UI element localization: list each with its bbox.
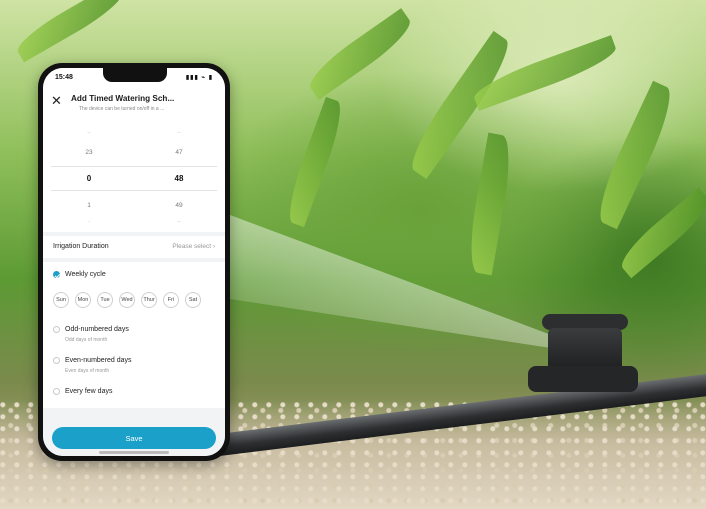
day-toggle-fri[interactable]: Fri <box>163 292 179 308</box>
irrigation-duration-row[interactable]: Irrigation Duration Please select › <box>43 236 225 258</box>
picker-selection-line <box>51 190 217 191</box>
picker-hour: 1 <box>87 202 91 209</box>
few-days-radio[interactable] <box>53 388 60 395</box>
leaf-decoration <box>589 80 681 230</box>
odd-days-sub: Odd days of month <box>65 337 108 343</box>
odd-days-radio[interactable] <box>53 326 60 333</box>
picker-row[interactable]: - -- <box>43 219 225 233</box>
page-subtitle: The device can be turned on/off in a ... <box>79 106 165 112</box>
weekly-cycle-label[interactable]: Weekly cycle <box>65 271 106 278</box>
odd-days-label[interactable]: Odd-numbered days <box>65 326 129 333</box>
irrigation-duration-label: Irrigation Duration <box>53 243 109 250</box>
status-time: 15:48 <box>55 74 73 81</box>
home-indicator <box>99 451 169 454</box>
picker-hour: 0 <box>86 174 92 183</box>
sprinkler-base <box>528 366 638 392</box>
chevron-right-icon: › <box>212 243 215 250</box>
signal-battery-icon: ▮▮▮ ⌁ ▮ <box>185 75 213 81</box>
weekday-selector: Sun Mon Tue Wed Thur Fri Sat <box>53 292 218 310</box>
few-days-label[interactable]: Every few days <box>65 388 112 395</box>
picker-row[interactable]: -- -- <box>43 130 225 144</box>
leaf-decoration <box>464 132 516 276</box>
picker-minute: -- <box>177 130 181 136</box>
picker-minute: 47 <box>175 149 183 156</box>
irrigation-duration-value: Please select › <box>172 243 215 250</box>
picker-selection-line <box>51 166 217 167</box>
page-header: ✕ Add Timed Watering Sch... The device c… <box>43 86 225 124</box>
picker-minute: 48 <box>174 174 184 183</box>
day-toggle-thur[interactable]: Thur <box>141 292 157 308</box>
save-button[interactable]: Save <box>52 427 216 449</box>
page-title: Add Timed Watering Sch... <box>71 94 175 103</box>
duration-placeholder: Please select <box>172 243 212 250</box>
picker-minute: -- <box>177 219 181 225</box>
close-icon[interactable]: ✕ <box>51 94 62 107</box>
leaf-decoration <box>302 8 418 100</box>
leaf-decoration <box>12 0 128 63</box>
picker-hour: 23 <box>85 149 93 156</box>
picker-row[interactable]: 1 49 <box>43 202 225 216</box>
even-days-label[interactable]: Even-numbered days <box>65 357 132 364</box>
phone-screen: 15:48 ▮▮▮ ⌁ ▮ ✕ Add Timed Watering Sch..… <box>43 68 225 456</box>
even-days-sub: Even days of month <box>65 368 110 374</box>
picker-row[interactable]: 23 47 <box>43 149 225 163</box>
picker-hour: - <box>88 219 90 225</box>
phone-frame: 15:48 ▮▮▮ ⌁ ▮ ✕ Add Timed Watering Sch..… <box>38 63 230 461</box>
time-picker[interactable]: -- -- 23 47 0 48 1 49 - -- <box>43 124 225 232</box>
day-toggle-mon[interactable]: Mon <box>75 292 91 308</box>
phone-notch <box>103 68 167 82</box>
day-toggle-wed[interactable]: Wed <box>119 292 135 308</box>
picker-minute: 49 <box>175 202 183 209</box>
picker-row-selected[interactable]: 0 48 <box>43 174 225 188</box>
water-spray <box>230 215 560 350</box>
sprinkler-head <box>528 314 638 394</box>
even-days-radio[interactable] <box>53 357 60 364</box>
day-toggle-tue[interactable]: Tue <box>97 292 113 308</box>
day-toggle-sun[interactable]: Sun <box>53 292 69 308</box>
day-toggle-sat[interactable]: Sat <box>185 292 201 308</box>
repeat-cycle-section: Weekly cycle Sun Mon Tue Wed Thur Fri Sa… <box>43 262 225 408</box>
picker-hour: -- <box>87 130 91 136</box>
footer: Save <box>43 408 225 456</box>
leaf-decoration <box>281 96 349 228</box>
weekly-cycle-radio[interactable] <box>53 271 60 278</box>
